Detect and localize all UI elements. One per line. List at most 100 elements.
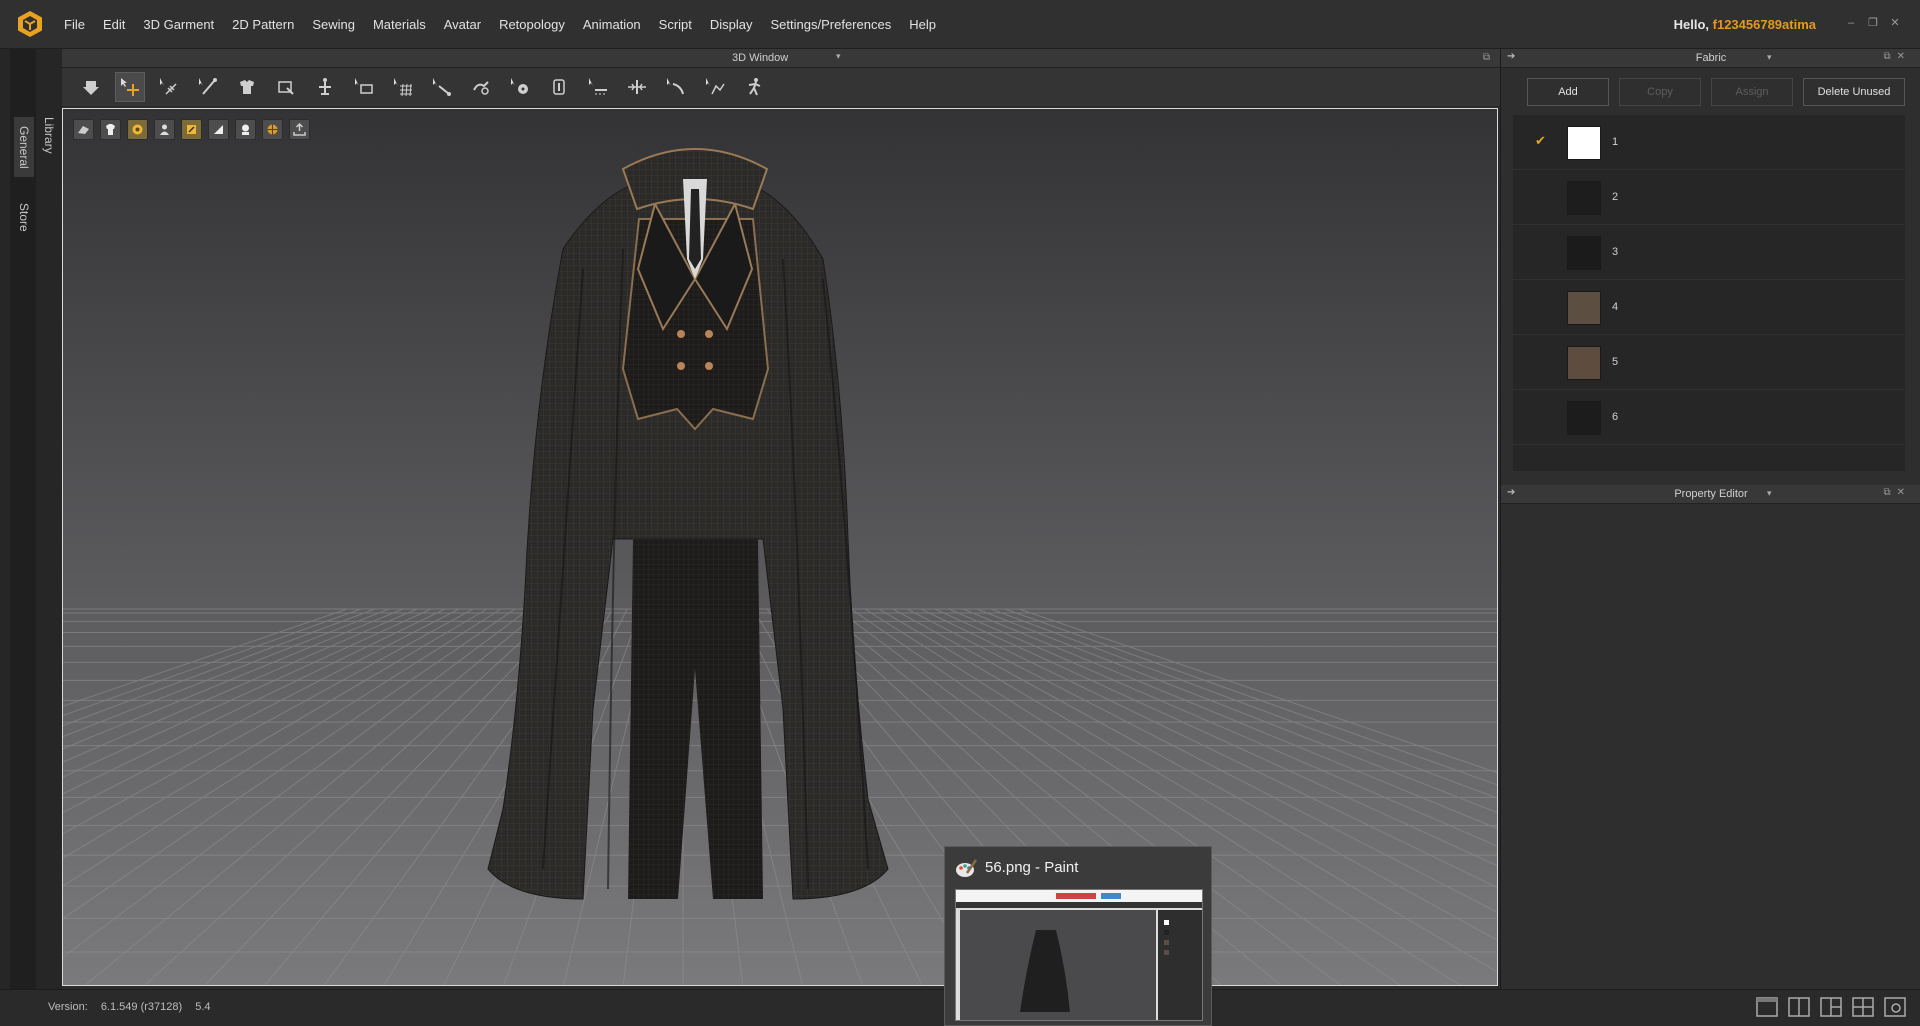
measure-icon[interactable] <box>349 72 379 102</box>
fabric-panel-title: Fabric <box>1695 52 1727 64</box>
piping-icon[interactable] <box>661 72 691 102</box>
fabric-panel-header: ➔ Fabric ▾ ⧉✕ <box>1501 49 1920 68</box>
menu-display[interactable]: Display <box>710 17 753 32</box>
topstitch-icon[interactable] <box>583 72 613 102</box>
3d-viewport[interactable] <box>62 108 1498 986</box>
puckering-icon[interactable] <box>700 72 730 102</box>
custom-layout-icon[interactable] <box>1884 997 1906 1017</box>
cube-view-icon[interactable] <box>208 119 229 140</box>
delete-unused-button[interactable]: Delete Unused <box>1803 78 1905 106</box>
menu-sewing[interactable]: Sewing <box>312 17 355 32</box>
fabric-label: 3 <box>1612 246 1619 258</box>
export-view-icon[interactable] <box>289 119 310 140</box>
simulation-icon[interactable] <box>76 72 106 102</box>
left-sidebar: General Library Store <box>0 49 62 989</box>
menu-avatar[interactable]: Avatar <box>444 17 481 32</box>
build-number: 5.4 <box>195 1001 211 1013</box>
strap-icon[interactable] <box>466 72 496 102</box>
tab-strip <box>10 49 36 989</box>
thumbnail-preview <box>955 889 1203 1021</box>
single-view-layout-icon[interactable] <box>1756 997 1778 1017</box>
fabric-swatch <box>1567 291 1601 325</box>
fabric-label: 1 <box>1612 136 1619 148</box>
fabric-item[interactable]: 4 <box>1513 280 1905 335</box>
tab-library[interactable]: Library <box>42 117 56 154</box>
fabric-label: 5 <box>1612 356 1619 368</box>
texture-view-icon[interactable] <box>73 119 94 140</box>
fabric-swatch <box>1567 401 1601 435</box>
fabric-label: 4 <box>1612 301 1619 313</box>
panel-window-controls[interactable]: ⧉✕ <box>1883 487 1911 498</box>
split-view-layout-icon[interactable] <box>1788 997 1810 1017</box>
app-logo-icon[interactable] <box>16 10 44 38</box>
version-number: 6.1.549 (r37128) <box>100 1001 183 1013</box>
menu-retopology[interactable]: Retopology <box>499 17 565 32</box>
fold-arrange-icon[interactable] <box>232 72 262 102</box>
add-fabric-button[interactable]: Add <box>1527 78 1609 106</box>
shaded-view-icon[interactable] <box>100 119 121 140</box>
minimize-button[interactable]: – <box>1844 16 1858 30</box>
version-info: Version: 6.1.549 (r37128) 5.4 <box>48 1001 221 1013</box>
fabric-list: ✔ 1 2 3 4 5 6 <box>1513 115 1905 471</box>
menu-file[interactable]: File <box>64 17 85 32</box>
user-greeting: Hello, f123456789atima <box>1674 17 1816 32</box>
menu-script[interactable]: Script <box>659 17 692 32</box>
fabric-item[interactable]: 6 <box>1513 390 1905 445</box>
property-editor-title: Property Editor <box>1674 488 1748 500</box>
highlight-view-icon[interactable] <box>181 119 202 140</box>
fabric-swatch <box>1567 181 1601 215</box>
paint-app-icon <box>956 859 977 877</box>
float-window-icon[interactable]: ⧉ <box>1483 52 1490 63</box>
menu-settings-preferences[interactable]: Settings/Preferences <box>771 17 892 32</box>
menu-2d-pattern[interactable]: 2D Pattern <box>232 17 294 32</box>
fabric-label: 6 <box>1612 411 1619 423</box>
fabric-item[interactable]: 2 <box>1513 170 1905 225</box>
thumbnail-title: 56.png - Paint <box>985 859 1079 876</box>
version-label: Version: <box>48 1001 88 1013</box>
layout-switcher <box>1756 997 1906 1017</box>
select-mesh-icon[interactable] <box>154 72 184 102</box>
greeting-prefix: Hello, <box>1673 17 1713 32</box>
buttonhole-icon[interactable] <box>544 72 574 102</box>
button-icon[interactable] <box>505 72 535 102</box>
select-move-icon[interactable] <box>115 72 145 102</box>
copy-fabric-button[interactable]: Copy <box>1619 78 1701 106</box>
zipper-icon[interactable] <box>622 72 652 102</box>
panel-window-controls[interactable]: ⧉✕ <box>1883 51 1911 62</box>
right-panel-column: ➔ Fabric ▾ ⧉✕ Add Copy Assign Delete Unu… <box>1500 49 1920 989</box>
chevron-down-icon[interactable]: ▾ <box>836 51 841 62</box>
fabric-item[interactable]: 3 <box>1513 225 1905 280</box>
fabric-swatch <box>1567 236 1601 270</box>
grid-icon[interactable] <box>388 72 418 102</box>
avatar-view-icon[interactable] <box>154 119 175 140</box>
taskbar-thumbnail[interactable]: 56.png - Paint <box>944 846 1212 1026</box>
assign-fabric-button[interactable]: Assign <box>1711 78 1793 106</box>
fabric-swatch <box>1567 346 1601 380</box>
menu-3d-garment[interactable]: 3D Garment <box>143 17 214 32</box>
tab-store[interactable]: Store <box>14 199 34 236</box>
hanger-icon[interactable] <box>310 72 340 102</box>
fabric-item[interactable]: ✔ 1 <box>1513 115 1905 170</box>
wireframe-globe-icon[interactable] <box>262 119 283 140</box>
quad-view-layout-icon[interactable] <box>1852 997 1874 1017</box>
menu-help[interactable]: Help <box>909 17 936 32</box>
menu-bar: File Edit 3D Garment 2D Pattern Sewing M… <box>0 0 1920 49</box>
pin-icon[interactable] <box>193 72 223 102</box>
chevron-down-icon[interactable]: ▾ <box>1767 52 1772 63</box>
transform-pattern-icon[interactable] <box>271 72 301 102</box>
username[interactable]: f123456789atima <box>1713 17 1816 32</box>
garment-3d-model <box>487 148 889 900</box>
fabric-rainbow-icon[interactable] <box>127 119 148 140</box>
avatar-bust-icon[interactable] <box>235 119 256 140</box>
tape-line-icon[interactable] <box>427 72 457 102</box>
menu-edit[interactable]: Edit <box>103 17 125 32</box>
menu-materials[interactable]: Materials <box>373 17 426 32</box>
tab-general[interactable]: General <box>14 117 34 177</box>
menu-animation[interactable]: Animation <box>583 17 641 32</box>
avatar-pose-icon[interactable] <box>739 72 769 102</box>
restore-button[interactable]: ❐ <box>1866 16 1880 30</box>
chevron-down-icon[interactable]: ▾ <box>1767 488 1772 499</box>
close-button[interactable]: ✕ <box>1888 16 1902 30</box>
three-pane-layout-icon[interactable] <box>1820 997 1842 1017</box>
fabric-item[interactable]: 5 <box>1513 335 1905 390</box>
